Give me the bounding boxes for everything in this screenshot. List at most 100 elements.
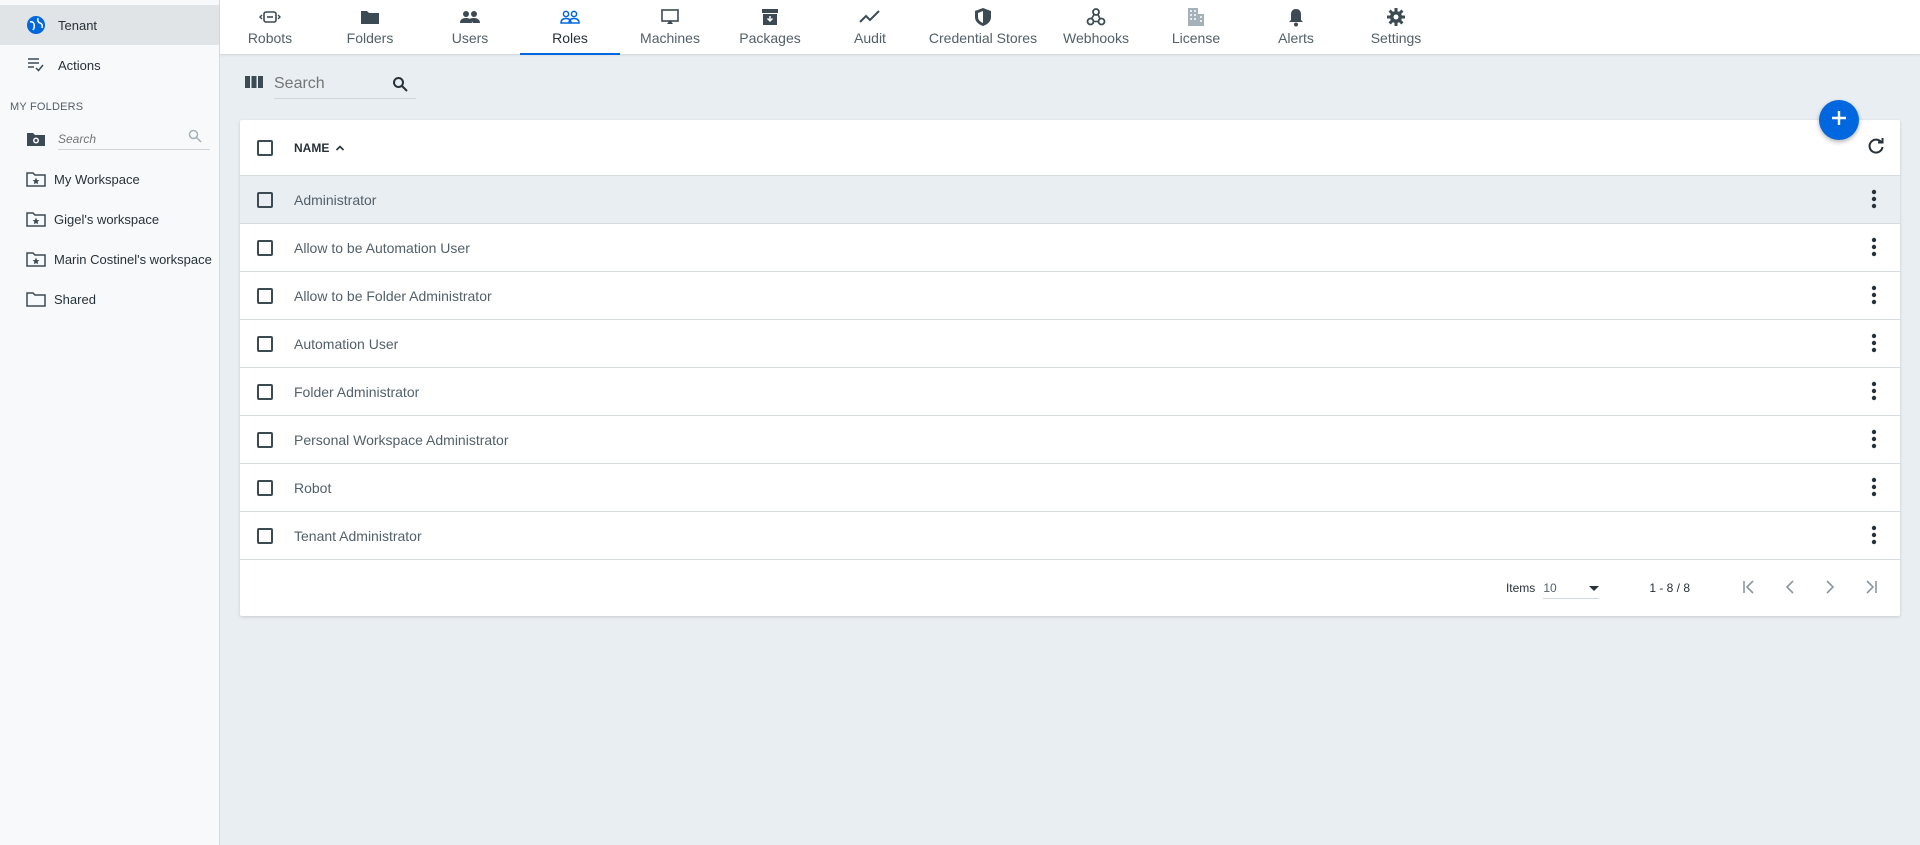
table-body: Administrator Allow to be Automation User… xyxy=(240,176,1900,560)
more-vertical-icon xyxy=(1871,285,1877,308)
webhook-icon xyxy=(1086,6,1106,28)
tab-label: Alerts xyxy=(1278,30,1314,46)
last-page-icon xyxy=(1862,579,1878,597)
role-name: Administrator xyxy=(294,191,377,208)
monitor-icon xyxy=(661,6,679,28)
first-page-icon xyxy=(1742,579,1758,597)
roles-icon xyxy=(559,6,581,28)
row-more-button[interactable] xyxy=(1862,380,1886,404)
table-row[interactable]: Robot xyxy=(240,464,1900,512)
table-row[interactable]: Automation User xyxy=(240,320,1900,368)
table-header: NAME xyxy=(240,120,1900,176)
globe-icon xyxy=(26,15,46,35)
gear-icon xyxy=(1386,6,1406,28)
last-page-button[interactable] xyxy=(1850,573,1890,603)
tab-alerts[interactable]: Alerts xyxy=(1246,0,1346,55)
tab-label: Robots xyxy=(247,30,293,46)
select-all-checkbox[interactable] xyxy=(257,139,273,156)
table-row[interactable]: Personal Workspace Administrator xyxy=(240,416,1900,464)
package-icon xyxy=(761,6,779,28)
row-checkbox[interactable] xyxy=(257,383,273,400)
tab-label: Folders xyxy=(346,30,394,46)
search-icon xyxy=(188,129,202,148)
sidebar-item-actions[interactable]: Actions xyxy=(0,45,219,85)
tab-webhooks[interactable]: Webhooks xyxy=(1046,0,1146,55)
page-size-select[interactable]: 10 xyxy=(1543,577,1600,599)
users-icon xyxy=(459,6,481,28)
folder-search-input[interactable] xyxy=(58,131,188,146)
row-more-button[interactable] xyxy=(1862,476,1886,500)
toolbar xyxy=(240,62,416,106)
tab-label: Audit xyxy=(854,30,886,46)
search-icon[interactable] xyxy=(390,76,410,92)
more-vertical-icon xyxy=(1871,381,1877,404)
row-checkbox[interactable] xyxy=(257,335,273,352)
pagination: Items 10 1 - 8 / 8 xyxy=(240,560,1900,616)
tab-credential-stores[interactable]: Credential Stores xyxy=(928,0,1038,55)
tab-users[interactable]: Users xyxy=(420,0,520,55)
tab-license[interactable]: License xyxy=(1146,0,1246,55)
sort-ascending-icon xyxy=(335,144,345,152)
search-input[interactable] xyxy=(274,74,390,93)
tab-machines[interactable]: Machines xyxy=(620,0,720,55)
more-vertical-icon xyxy=(1871,333,1877,356)
sidebar-folder-shared[interactable]: Shared xyxy=(0,279,219,319)
tab-robots[interactable]: Robots xyxy=(220,0,320,55)
folder-icon xyxy=(360,6,380,28)
sidebar-item-label: Tenant xyxy=(58,17,98,33)
row-more-button[interactable] xyxy=(1862,284,1886,308)
first-page-button[interactable] xyxy=(1730,573,1770,603)
more-vertical-icon xyxy=(1871,525,1877,548)
items-label: Items xyxy=(1505,581,1536,595)
column-header-label: NAME xyxy=(294,140,330,155)
sidebar-item-tenant[interactable]: Tenant xyxy=(0,5,219,45)
tab-audit[interactable]: Audit xyxy=(820,0,920,55)
sidebar-folder-label: Shared xyxy=(54,291,96,307)
row-more-button[interactable] xyxy=(1862,428,1886,452)
tab-label: Packages xyxy=(739,30,801,46)
sidebar-folder-marin-costinel-s-workspace[interactable]: Marin Costinel's workspace xyxy=(0,239,219,279)
role-name: Personal Workspace Administrator xyxy=(294,431,509,448)
role-name: Automation User xyxy=(294,335,399,352)
row-more-button[interactable] xyxy=(1862,188,1886,212)
folder-star-icon xyxy=(26,209,46,229)
row-checkbox[interactable] xyxy=(257,479,273,496)
table-row[interactable]: Folder Administrator xyxy=(240,368,1900,416)
top-nav: Robots Folders Users Roles Machines Packages A… xyxy=(220,0,1920,55)
column-header-name[interactable]: NAME xyxy=(294,141,345,155)
add-role-button[interactable] xyxy=(1819,100,1859,140)
row-more-button[interactable] xyxy=(1862,236,1886,260)
sidebar-folder-my-workspace[interactable]: My Workspace xyxy=(0,159,219,199)
checklist-icon xyxy=(26,55,46,75)
refresh-button[interactable] xyxy=(1864,136,1888,160)
tab-packages[interactable]: Packages xyxy=(720,0,820,55)
next-page-button[interactable] xyxy=(1810,573,1850,603)
row-checkbox[interactable] xyxy=(257,239,273,256)
columns-button[interactable] xyxy=(240,70,268,98)
row-checkbox[interactable] xyxy=(257,431,273,448)
table-row[interactable]: Allow to be Folder Administrator xyxy=(240,272,1900,320)
role-name: Folder Administrator xyxy=(294,383,420,400)
table-row[interactable]: Allow to be Automation User xyxy=(240,224,1900,272)
tab-label: License xyxy=(1171,30,1221,46)
sidebar: Tenant Actions MY FOLDERS My Workspace Gi… xyxy=(0,0,220,845)
page-range: 1 - 8 / 8 xyxy=(1649,581,1690,595)
sidebar-folder-gigel-s-workspace[interactable]: Gigel's workspace xyxy=(0,199,219,239)
search-field xyxy=(274,69,416,99)
tab-folders[interactable]: Folders xyxy=(320,0,420,55)
tab-settings[interactable]: Settings xyxy=(1346,0,1446,55)
more-vertical-icon xyxy=(1871,189,1877,212)
row-checkbox[interactable] xyxy=(257,527,273,544)
columns-icon xyxy=(245,75,263,94)
row-checkbox[interactable] xyxy=(257,287,273,304)
row-checkbox[interactable] xyxy=(257,191,273,208)
row-more-button[interactable] xyxy=(1862,524,1886,548)
tab-roles[interactable]: Roles xyxy=(520,0,620,55)
previous-page-button[interactable] xyxy=(1770,573,1810,603)
bell-icon xyxy=(1288,6,1304,28)
tab-label: Machines xyxy=(640,30,700,46)
table-row[interactable]: Tenant Administrator xyxy=(240,512,1900,560)
my-folders-header: MY FOLDERS xyxy=(10,101,84,113)
row-more-button[interactable] xyxy=(1862,332,1886,356)
table-row[interactable]: Administrator xyxy=(240,176,1900,224)
